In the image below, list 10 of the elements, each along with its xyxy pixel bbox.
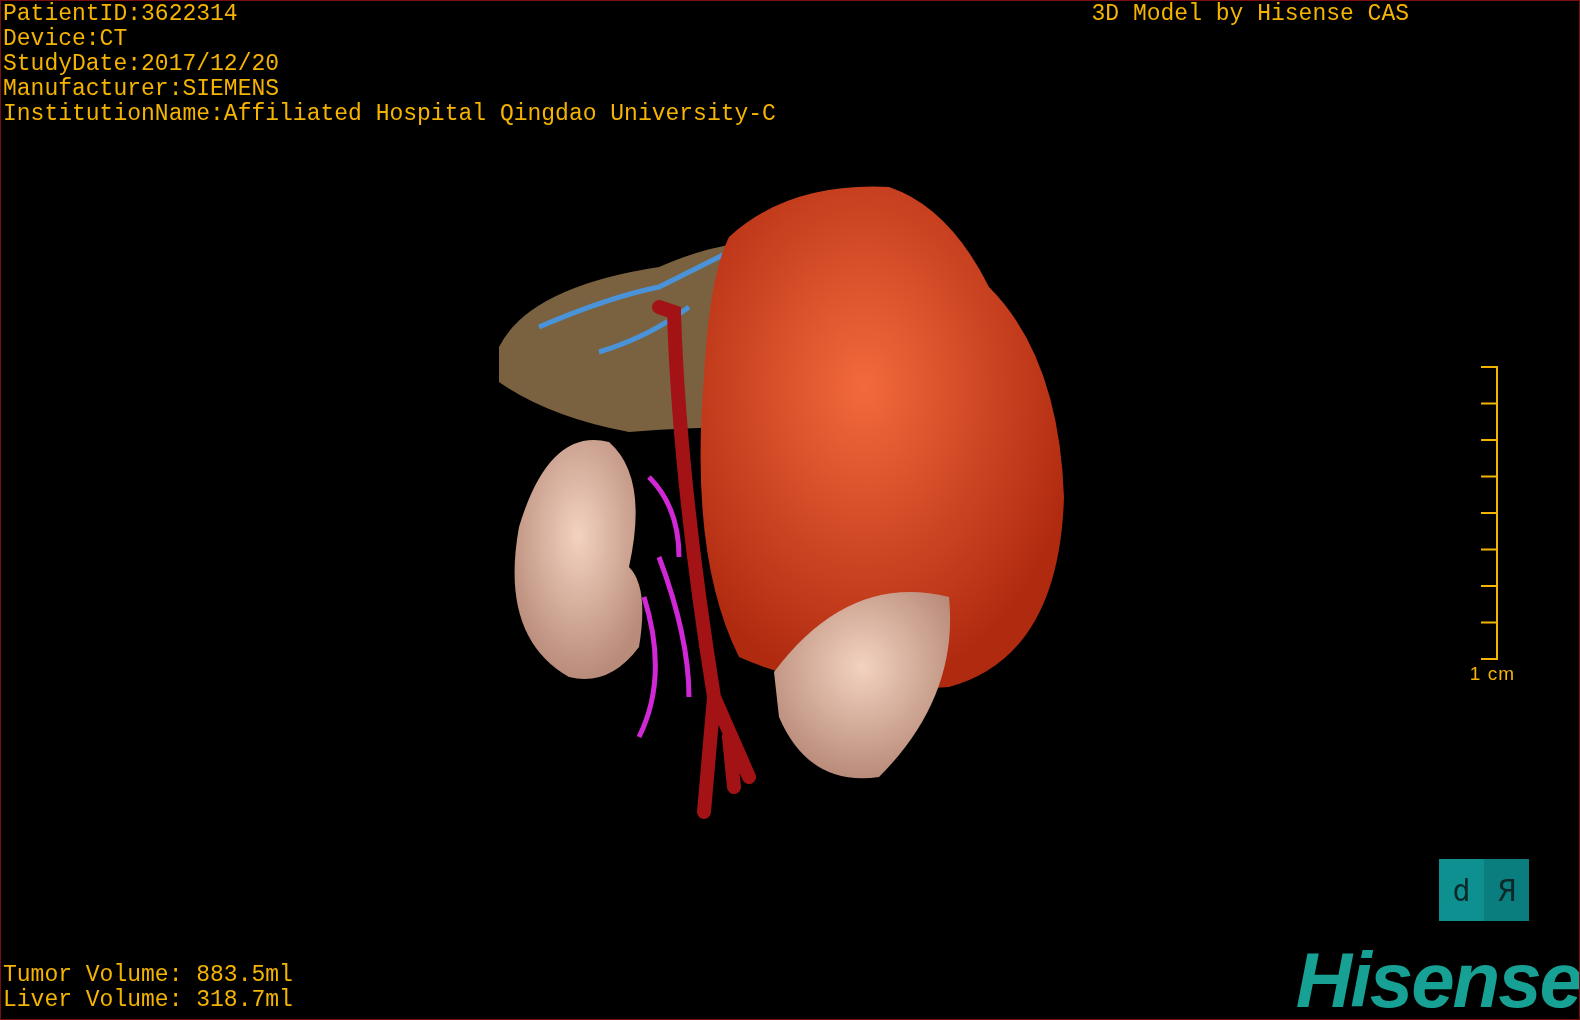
brand-logo: Hisense xyxy=(1295,945,1579,1015)
info-text: StudyDate:2017/12/20 xyxy=(3,52,280,77)
scale-label: 1 cm xyxy=(1469,663,1515,685)
info-text: Device:CT xyxy=(3,27,128,52)
info-text: Manufacturer:SIEMENS xyxy=(3,77,280,102)
volume-text: Liver Volume: 318.7ml xyxy=(3,988,293,1013)
volume-text: Tumor Volume: 883.5ml xyxy=(3,963,293,988)
viewer-title: 3D Model by Hisense CAS xyxy=(1091,2,1409,27)
info-text: PatientID:3622314 xyxy=(3,2,238,27)
info-text: InstitutionName:Affiliated Hospital Qingdao University-C xyxy=(3,102,776,127)
